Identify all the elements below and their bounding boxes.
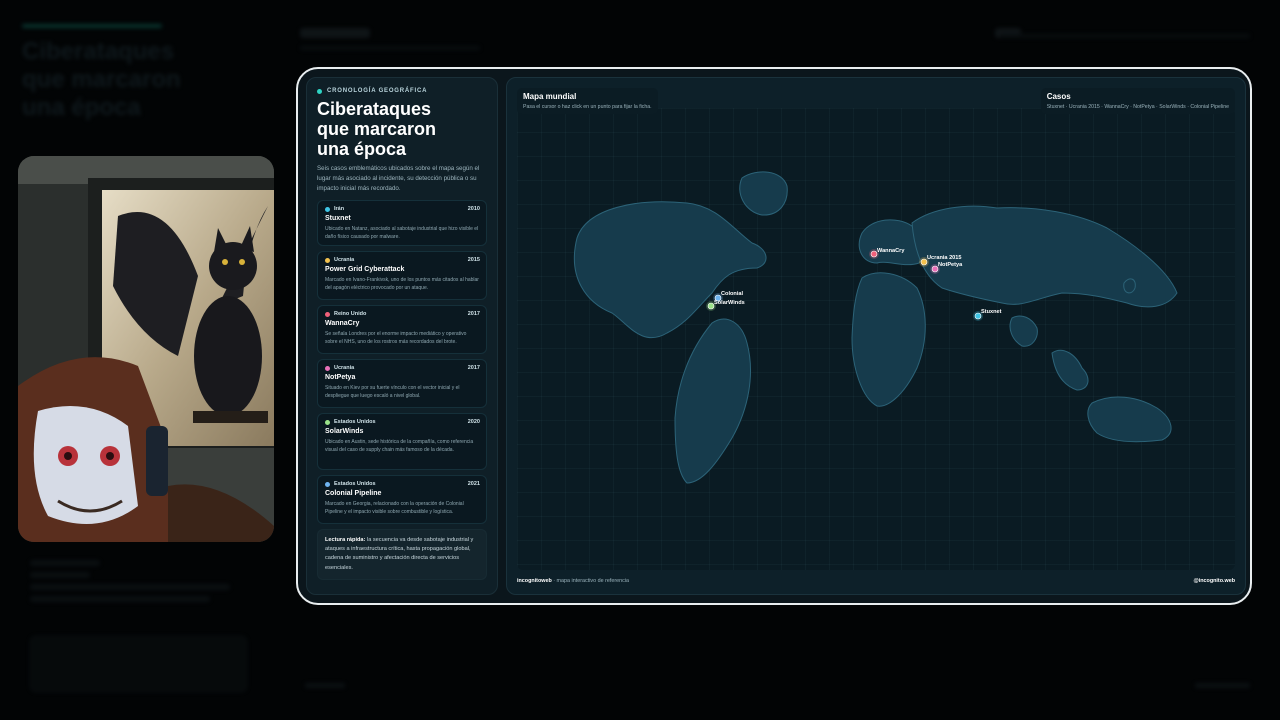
case-country: Ucrania bbox=[334, 365, 355, 371]
case-card-notpetya[interactable]: Ucrania 2017 NotPetya Situado en Kiev po… bbox=[317, 359, 487, 408]
case-country: Ucrania bbox=[334, 257, 355, 263]
case-dot-icon bbox=[325, 419, 330, 425]
case-country: Irán bbox=[334, 206, 345, 212]
map-subtitle: Pasa el cursor o haz click en un punto p… bbox=[523, 104, 652, 110]
background-title-echo: Ciberataques que marcaron una época bbox=[22, 24, 262, 122]
case-name: NotPetya bbox=[325, 374, 356, 381]
case-description: Ubicado en Natanz, asociado al sabotaje … bbox=[325, 226, 479, 240]
continent-japan bbox=[1123, 278, 1136, 294]
case-year: 2017 bbox=[467, 311, 480, 317]
map-title: Mapa mundial bbox=[523, 92, 577, 101]
case-dot-icon bbox=[325, 206, 330, 212]
marker-label: NotPetya bbox=[938, 262, 963, 268]
title-line: una época bbox=[317, 139, 407, 159]
map-header: Mapa mundial Pasa el cursor o haz click … bbox=[517, 88, 658, 114]
quick-read-label: Lectura rápida: bbox=[325, 537, 366, 543]
map-footer: incognitoweb · mapa interactivo de refer… bbox=[517, 578, 1236, 584]
case-description: Se señala Londres por el enorme impacto … bbox=[325, 331, 467, 345]
case-name: Colonial Pipeline bbox=[325, 490, 382, 497]
title-line: Ciberataques bbox=[317, 99, 432, 119]
webcam-feed bbox=[18, 156, 274, 542]
case-dot-icon bbox=[325, 311, 330, 317]
quick-read-box: Lectura rápida: la secuencia va desde sa… bbox=[317, 529, 487, 580]
marker-label: WannaCry bbox=[877, 248, 905, 254]
case-country: Reino Unido bbox=[334, 311, 367, 317]
background-footer-echo bbox=[305, 683, 1250, 691]
case-dot-icon bbox=[325, 365, 330, 371]
case-name: Power Grid Cyberattack bbox=[325, 266, 405, 273]
footer-handle: @incognito.web bbox=[1193, 578, 1236, 584]
case-description: Marcado en Ivano-Frankivsk, uno de los p… bbox=[325, 277, 479, 291]
case-year: 2017 bbox=[467, 365, 480, 371]
map-marker-solarwinds[interactable]: SolarWinds bbox=[706, 300, 745, 311]
case-year: 2021 bbox=[467, 481, 480, 487]
world-map[interactable]: WannaCry Ucrania 2015 NotPetya Stuxnet Colon… bbox=[517, 108, 1235, 570]
marker-label: Stuxnet bbox=[981, 309, 1002, 315]
case-card-stuxnet[interactable]: Irán 2010 Stuxnet Ubicado en Natanz, aso… bbox=[317, 200, 487, 246]
case-name: SolarWinds bbox=[325, 428, 364, 435]
continent-north-america bbox=[573, 201, 767, 339]
kicker-label: CRONOLOGÍA GEOGRÁFICA bbox=[327, 88, 428, 94]
background-topbar-echo bbox=[300, 28, 1250, 50]
sidebar: CRONOLOGÍA GEOGRÁFICA Ciberataques que m… bbox=[306, 77, 498, 595]
case-country: Estados Unidos bbox=[334, 419, 376, 425]
continent-southeast-asia bbox=[1051, 349, 1089, 391]
footer-brand: incognitoweb bbox=[517, 578, 552, 584]
case-country: Estados Unidos bbox=[334, 481, 376, 487]
background-card-echo bbox=[30, 636, 247, 692]
case-description: Ubicado en Austin, sede histórica de la … bbox=[325, 439, 474, 453]
continent-africa bbox=[851, 272, 926, 407]
background-sidebar-echo bbox=[30, 560, 245, 608]
map-panel: WannaCry Ucrania 2015 NotPetya Stuxnet Colon… bbox=[506, 77, 1246, 595]
case-card-wannacry[interactable]: Reino Unido 2017 WannaCry Se señala Lond… bbox=[317, 305, 487, 354]
marker-label: Ucrania 2015 bbox=[927, 255, 962, 261]
continent-india bbox=[1009, 315, 1038, 347]
case-description: Marcado en Georgia, relacionado con la o… bbox=[325, 501, 464, 515]
case-card-solarwinds[interactable]: Estados Unidos 2020 SolarWinds Ubicado e… bbox=[317, 413, 487, 470]
map-marker-stuxnet[interactable]: Stuxnet bbox=[973, 309, 1002, 321]
case-name: WannaCry bbox=[325, 320, 360, 327]
cases-title: Casos bbox=[1046, 92, 1071, 101]
marker-label: SolarWinds bbox=[714, 300, 745, 306]
title-line: que marcaron bbox=[317, 119, 437, 139]
page-title: Ciberataques que marcaron una época bbox=[317, 99, 487, 159]
cases-legend: Casos Stuxnet · Ucrania 2015 · WannaCry … bbox=[1040, 88, 1235, 114]
world-map-svg: WannaCry Ucrania 2015NotPetya Stuxnet Colon… bbox=[573, 171, 1178, 484]
continent-australia bbox=[1087, 396, 1172, 443]
case-name: Stuxnet bbox=[325, 215, 351, 222]
footer-tag: mapa interactivo de referencia bbox=[556, 578, 630, 584]
case-list: Irán 2010 Stuxnet Ubicado en Natanz, aso… bbox=[317, 200, 487, 524]
case-year: 2010 bbox=[467, 206, 480, 212]
continent-greenland bbox=[739, 171, 788, 216]
case-year: 2020 bbox=[467, 419, 480, 425]
kicker-dot-icon bbox=[317, 88, 322, 94]
case-card-power-grid[interactable]: Ucrania 2015 Power Grid Cyberattack Marc… bbox=[317, 251, 487, 300]
case-description: Situado en Kiev por su fuerte vínculo co… bbox=[325, 385, 460, 399]
cases-list-text: Stuxnet · Ucrania 2015 · WannaCry · NotP… bbox=[1046, 104, 1229, 110]
continents bbox=[573, 171, 1178, 484]
case-dot-icon bbox=[325, 257, 330, 263]
case-card-colonial-pipeline[interactable]: Estados Unidos 2021 Colonial Pipeline Ma… bbox=[317, 475, 487, 524]
marker-label: Colonial bbox=[721, 291, 744, 297]
intro-text: Seis casos emblemáticos ubicados sobre e… bbox=[317, 165, 480, 192]
main-frame: CRONOLOGÍA GEOGRÁFICA Ciberataques que m… bbox=[296, 67, 1252, 605]
continent-south-america bbox=[674, 318, 751, 484]
case-year: 2015 bbox=[467, 257, 480, 263]
case-dot-icon bbox=[325, 481, 330, 487]
kicker: CRONOLOGÍA GEOGRÁFICA bbox=[317, 88, 487, 94]
